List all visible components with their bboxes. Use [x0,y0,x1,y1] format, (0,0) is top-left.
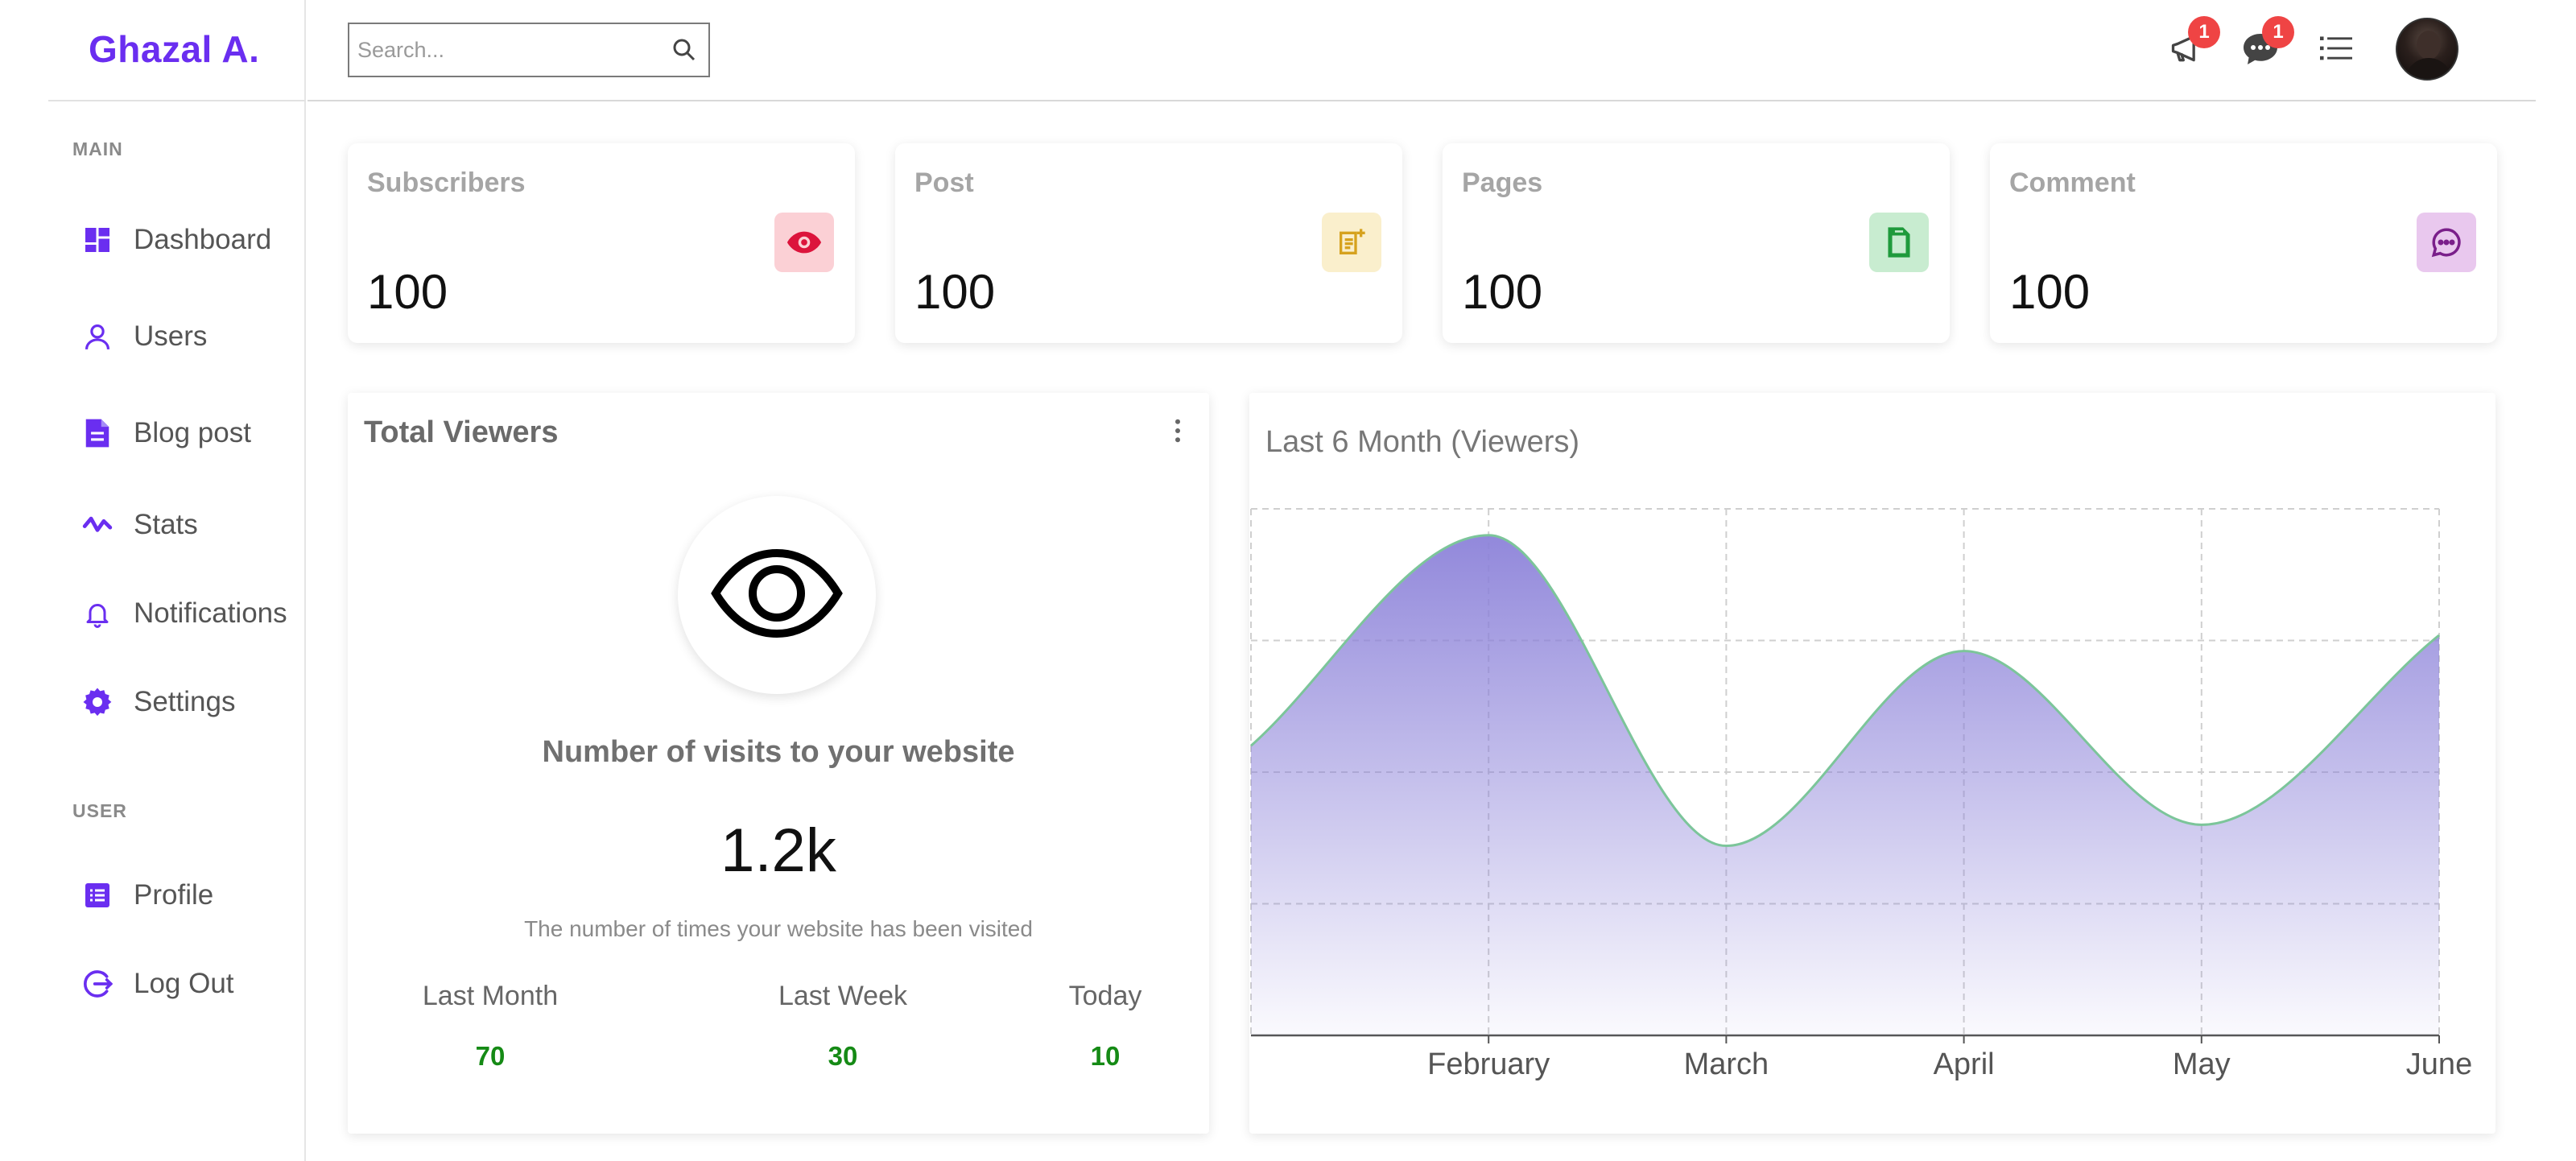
list-icon [2318,32,2354,68]
sidebar-item-label: Stats [134,509,198,540]
sidebar-item-log-out[interactable]: Log Out [80,960,234,1008]
stat-value: 100 [2009,265,2091,319]
avatar-face [2417,31,2441,60]
stats-icon [80,508,114,542]
search-input[interactable] [349,37,655,63]
visits-stat-value: 30 [828,1041,858,1071]
viewers-chart-card: Last 6 Month (Viewers) February March Apri… [1249,393,2496,1134]
logout-icon [80,967,114,1001]
section-label-main: MAIN [72,138,123,159]
visits-heading: Number of visits to your website [542,735,1015,769]
sidebar-divider [48,100,306,101]
stat-value: 100 [367,265,448,319]
visits-stat-value: 10 [1090,1041,1121,1071]
viewers-area-chart: February March April May June [1250,508,2472,1081]
visits-stat-label: Last Week [778,981,907,1011]
chart-x-label: May [2173,1047,2231,1081]
app-logo[interactable]: Ghazal A. [89,27,259,71]
stat-title: Post [914,167,974,198]
sidebar-item-profile[interactable]: Profile [80,871,213,919]
sidebar-item-label: Log Out [134,968,234,999]
messages-badge: 1 [2262,16,2294,48]
chart-x-label: April [1934,1047,1995,1081]
sidebar-item-label: Settings [134,686,236,717]
stat-title: Pages [1462,167,1543,198]
search-box [348,23,710,77]
sidebar-item-label: Dashboard [134,224,272,255]
visits-stat-label: Today [1068,981,1142,1011]
gear-icon [80,685,114,719]
stat-card-subscribers[interactable]: Subscribers 100 [348,143,855,343]
user-icon [80,320,114,353]
section-label-user: USER [72,800,127,821]
sidebar-item-stats[interactable]: Stats [80,501,198,549]
stat-card-comment[interactable]: Comment 100 [1990,143,2497,343]
sidebar-item-dashboard[interactable]: Dashboard [80,216,271,264]
chart-x-label: March [1684,1047,1769,1081]
topbar-divider [308,100,2536,101]
announcements-button[interactable]: 1 [2164,16,2220,72]
visits-stat-value: 70 [475,1041,506,1071]
list-menu-button[interactable] [2314,27,2359,72]
profile-icon [80,878,114,912]
eye-icon [774,213,834,272]
note-add-icon [1322,213,1381,272]
eye-icon [711,543,843,647]
visits-today: Today 10 [1045,981,1166,1072]
sidebar-item-label: Profile [134,879,214,911]
stat-value: 100 [1462,265,1543,319]
avatar[interactable] [2396,18,2458,81]
page-icon [1869,213,1929,272]
chart-x-label: February [1427,1047,1550,1081]
sidebar-item-notifications[interactable]: Notifications [80,589,287,638]
sidebar-item-settings[interactable]: Settings [80,678,235,726]
visits-last-month: Last Month 70 [398,981,583,1072]
comment-icon [2417,213,2476,272]
visits-stat-label: Last Month [422,981,559,1011]
sidebar: Ghazal A. MAIN Dashboard Users Blog post… [48,0,306,1161]
stat-value: 100 [914,265,996,319]
sidebar-item-label: Blog post [134,417,251,448]
total-viewers-card: Total Viewers Number of visits to your w… [348,393,1209,1134]
announcements-badge: 1 [2188,16,2220,48]
visits-description: The number of times your website has bee… [524,916,1033,941]
avatar-body [2405,58,2452,79]
more-options-icon[interactable] [1174,419,1182,447]
document-icon [80,416,114,450]
messages-button[interactable]: 1 [2238,16,2294,72]
card-title: Total Viewers [364,415,559,449]
dashboard-icon [80,223,114,257]
chart-area-fill [1251,535,2439,1035]
stat-card-pages[interactable]: Pages 100 [1443,143,1950,343]
stat-title: Comment [2009,167,2136,198]
sidebar-item-users[interactable]: Users [80,312,207,361]
stat-title: Subscribers [367,167,526,198]
visits-total: 1.2k [720,816,836,885]
chart-x-label: June [2406,1047,2472,1081]
sidebar-item-label: Users [134,320,208,352]
eye-icon-circle [678,496,876,694]
search-icon[interactable] [670,35,699,68]
sidebar-item-label: Notifications [134,597,287,629]
visits-last-week: Last Week 30 [750,981,935,1072]
sidebar-item-blog-post[interactable]: Blog post [80,409,251,457]
bell-icon [80,597,114,630]
stat-card-post[interactable]: Post 100 [895,143,1402,343]
